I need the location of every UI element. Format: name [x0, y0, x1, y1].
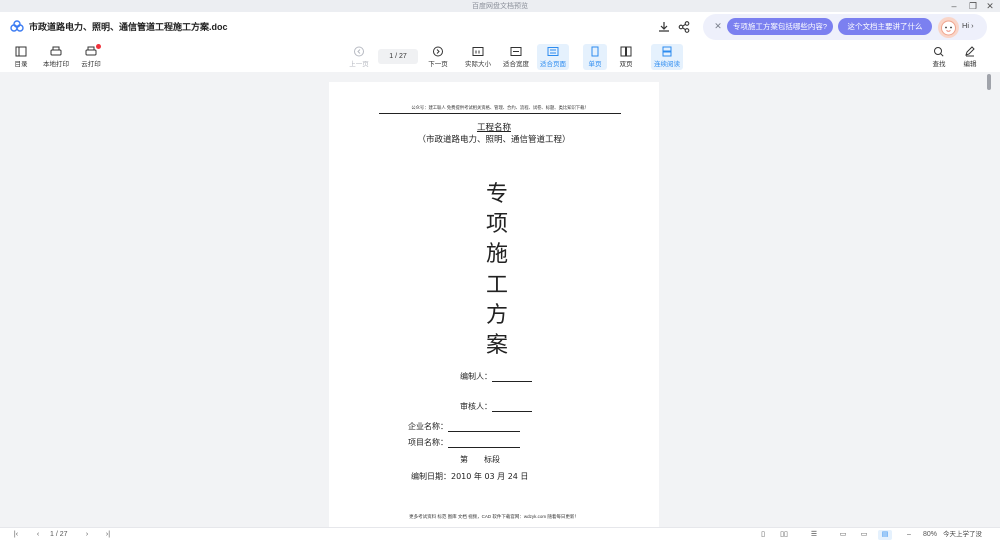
document-title: 市政道路电力、照明、通信管道工程施工方案.doc: [29, 22, 228, 32]
zoom-out-icon[interactable]: –: [904, 530, 914, 540]
title-char: 施: [485, 242, 508, 267]
company-label: 企业名称：: [408, 422, 448, 431]
double-page-icon: [620, 46, 632, 57]
next-page-label: 下一页: [428, 61, 448, 68]
first-page-icon[interactable]: |‹: [11, 530, 21, 540]
fit-page-button[interactable]: 适合页面: [537, 44, 569, 70]
prev-page-button[interactable]: 上一页: [345, 44, 373, 70]
compiler-blank: [492, 372, 532, 382]
toc-icon: [15, 46, 27, 57]
fit-page-label: 适合页面: [540, 61, 566, 68]
single-page-button[interactable]: 单页: [583, 44, 607, 70]
close-ai-icon[interactable]: ✕: [712, 20, 724, 32]
actual-size-label: 实际大小: [465, 61, 491, 68]
continuous-read-label: 连续阅读: [654, 61, 680, 68]
pencil-icon: [965, 46, 975, 57]
single-page-view-icon[interactable]: ▯: [757, 530, 769, 540]
notification-dot: [96, 44, 101, 49]
project-label: 工程名称: [476, 122, 511, 132]
page-number-input[interactable]: 1 / 27: [378, 49, 418, 64]
company-blank: [448, 422, 520, 432]
next-page-icon[interactable]: ›: [82, 530, 92, 540]
ai-assistant-bar: ✕ 专项施工方案包括哪些内容? 这个文档主要讲了什么 Hi ›: [703, 14, 987, 40]
local-print-button[interactable]: 本地打印: [40, 44, 72, 70]
status-page-indicator: 1 / 27: [50, 531, 68, 538]
title-char: 方: [485, 303, 508, 328]
ai-suggestion-chip[interactable]: 专项施工方案包括哪些内容?: [727, 18, 833, 35]
share-icon[interactable]: [677, 20, 691, 34]
search-label: 查找: [932, 61, 946, 68]
title-char: 专: [485, 182, 508, 207]
reviewer-label: 审核人：: [460, 402, 492, 411]
fit-width-icon: [510, 47, 522, 56]
section-label: 第 标段: [460, 455, 500, 464]
fit-page-icon: [547, 47, 559, 56]
cloud-logo-icon: [10, 20, 24, 32]
fit-width-button[interactable]: 适合宽度: [500, 44, 532, 70]
double-page-button[interactable]: 双页: [614, 44, 638, 70]
printer-icon: [50, 46, 62, 56]
project-name: （市政道路电力、照明、通信管道工程）: [417, 134, 571, 144]
compiler-label: 编制人：: [460, 372, 492, 381]
toc-button[interactable]: 目录: [8, 44, 34, 70]
reviewer-field: 审核人：: [460, 401, 532, 412]
prev-page-label: 上一页: [349, 61, 369, 68]
status-bar: |‹ ‹ 1 / 27 › ›| ▯ ▯▯ ☰ ▭ ▭ ▤ – 80% 今天上学…: [0, 527, 1000, 542]
project-name-label: 项目名称：: [408, 438, 448, 447]
double-page-view-icon[interactable]: ▯▯: [777, 530, 791, 540]
fit-width-label: 适合宽度: [503, 61, 529, 68]
continuous-view-icon[interactable]: ☰: [807, 530, 821, 540]
project-name-blank: [448, 438, 520, 448]
close-icon[interactable]: ✕: [983, 0, 997, 12]
ai-avatar[interactable]: [938, 17, 959, 38]
vertical-scrollbar[interactable]: [987, 74, 991, 90]
company-field: 企业名称：: [408, 421, 520, 432]
double-page-label: 双页: [619, 61, 633, 68]
toolbar: 目录 本地打印 云打印 上一页 下一页 实际大小 适合宽度 适合页面 单页 双页…: [0, 42, 1000, 73]
prev-page-icon[interactable]: ‹: [33, 530, 43, 540]
cloud-print-label: 云打印: [81, 61, 101, 68]
next-page-button[interactable]: 下一页: [424, 44, 452, 70]
minimize-icon[interactable]: –: [947, 0, 961, 12]
local-print-label: 本地打印: [43, 61, 69, 68]
ai-suggestion-chip[interactable]: 这个文档主要讲了什么: [838, 18, 932, 35]
arrow-left-circle-icon: [354, 46, 364, 57]
reviewer-blank: [492, 402, 532, 412]
zoom-level: 80%: [922, 531, 937, 538]
window-title: 百度网盘文档预览: [472, 3, 528, 10]
title-char: 工: [485, 273, 508, 298]
search-button[interactable]: 查找: [927, 44, 951, 70]
edit-button[interactable]: 编辑: [958, 44, 982, 70]
compiler-field: 编制人：: [460, 371, 532, 382]
fit-page-view-icon[interactable]: ▤: [878, 530, 892, 540]
arrow-right-circle-icon: [433, 46, 443, 57]
continuous-read-button[interactable]: 连续阅读: [651, 44, 683, 70]
actual-size-view-icon[interactable]: ▭: [836, 530, 850, 540]
actual-size-button[interactable]: 实际大小: [462, 44, 494, 70]
fit-width-view-icon[interactable]: ▭: [857, 530, 871, 540]
search-icon: [934, 47, 944, 57]
actual-size-icon: [472, 47, 484, 56]
window-titlebar: 百度网盘文档预览 – ❐ ✕: [0, 0, 1000, 12]
toc-label: 目录: [14, 61, 28, 68]
page-footer-line: 更多考试资料 标范 图库 文档 视频，CAD 软件下载官网：wdzyk.com …: [409, 514, 579, 519]
title-char: 项: [485, 212, 508, 237]
restore-icon[interactable]: ❐: [966, 0, 980, 12]
continuous-read-icon: [662, 46, 672, 57]
edit-label: 编辑: [963, 61, 977, 68]
ai-greeting[interactable]: Hi ›: [962, 21, 974, 30]
single-page-label: 单页: [588, 61, 602, 68]
single-page-icon: [591, 46, 599, 57]
cloud-printer-icon: [85, 46, 97, 56]
document-page: 公众号：建工联人 免费提供考试相关资格、管理、合约、流程、试卷、标题、类比知识下…: [329, 82, 659, 529]
project-name-field: 项目名称：: [408, 437, 520, 448]
title-char: 案: [485, 333, 508, 358]
page-header-line: 公众号：建工联人 免费提供考试相关资格、管理、合约、流程、试卷、标题、类比知识下…: [379, 105, 621, 114]
download-icon[interactable]: [657, 20, 671, 34]
last-page-icon[interactable]: ›|: [102, 530, 114, 540]
assistant-face-icon: [941, 20, 956, 36]
watermark-text: 今天上学了没: [943, 531, 982, 538]
date-label: 编制日期：2010 年 03 月 24 日: [411, 472, 529, 481]
